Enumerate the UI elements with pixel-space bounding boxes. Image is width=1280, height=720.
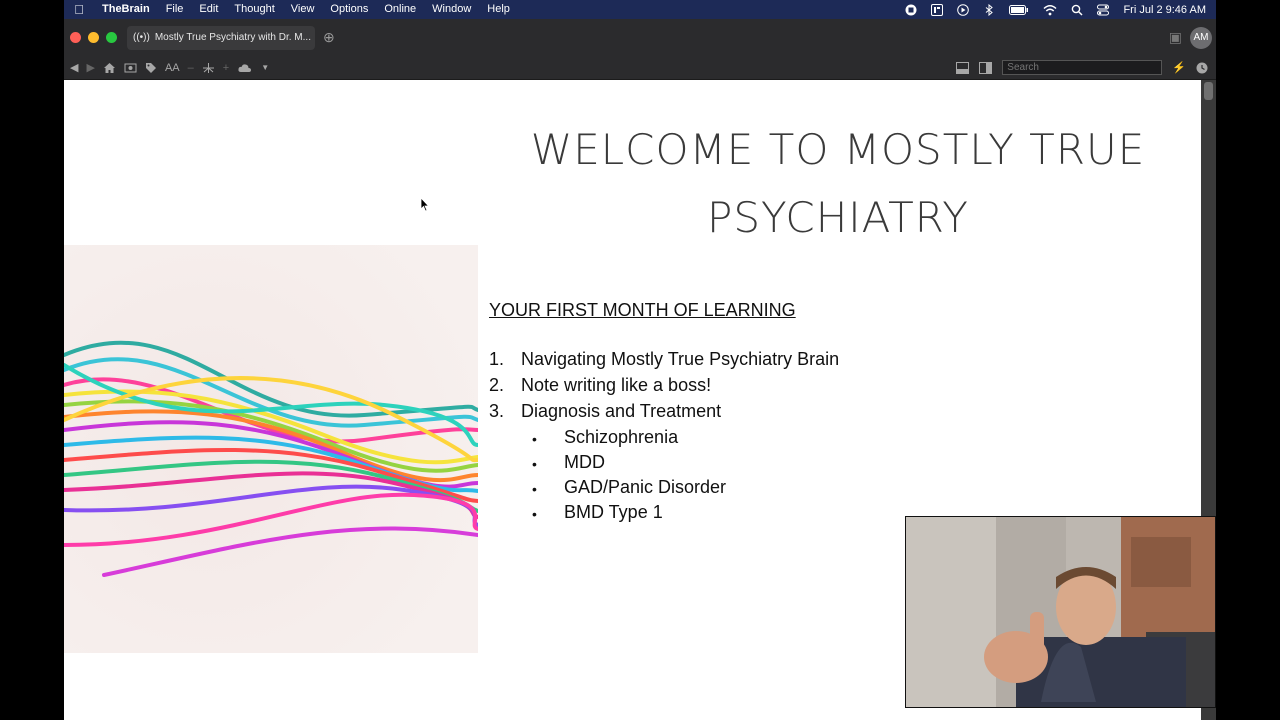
control-center-icon[interactable] [1097, 4, 1110, 16]
close-window-button[interactable] [70, 32, 81, 43]
cloud-sync-icon[interactable] [237, 62, 253, 74]
forward-icon[interactable]: ▶ [86, 61, 94, 74]
record-icon[interactable] [905, 4, 917, 16]
title-bar: ((•)) Mostly True Psychiatry with Dr. M.… [64, 19, 1216, 56]
broadcast-icon: ((•)) [133, 32, 150, 43]
battery-icon[interactable] [1009, 4, 1029, 16]
tab-brain[interactable]: ((•)) Mostly True Psychiatry with Dr. M.… [127, 25, 315, 50]
presenter-video [906, 517, 1215, 707]
list-text: Navigating Mostly True Psychiatry Brain [521, 349, 840, 369]
bluetooth-icon[interactable] [983, 3, 995, 16]
list-number: 2. [489, 375, 505, 395]
menu-view[interactable]: View [283, 0, 323, 19]
bullet-icon: • [532, 431, 537, 447]
sub-list-text: MDD [564, 452, 605, 472]
menu-options[interactable]: Options [322, 0, 376, 19]
add-tab-icon[interactable]: ⊕ [323, 29, 335, 46]
menu-help[interactable]: Help [479, 0, 518, 19]
font-size-icon[interactable]: AA [165, 62, 180, 74]
sub-list-item: • MDD [489, 452, 839, 477]
wifi-icon[interactable] [1043, 4, 1057, 16]
panel-right-icon[interactable] [979, 61, 993, 74]
menu-app-name[interactable]: TheBrain [94, 0, 158, 19]
back-icon[interactable]: ◀ [70, 61, 78, 74]
list-item: 2. Note writing like a boss! [489, 375, 839, 401]
toolbar: ◀ ▶ AA – + ▼ ⚡ [64, 56, 1216, 80]
menu-file[interactable]: File [158, 0, 192, 19]
lightning-icon[interactable]: ⚡ [1172, 61, 1186, 74]
menu-thought[interactable]: Thought [226, 0, 282, 19]
menubar-clock[interactable]: Fri Jul 2 9:46 AM [1123, 4, 1206, 16]
cable-strands-illustration [64, 245, 478, 653]
home-icon[interactable] [103, 62, 116, 74]
bullet-icon: • [532, 506, 537, 522]
scrollbar-thumb[interactable] [1204, 82, 1213, 100]
tab-title: Mostly True Psychiatry with Dr. M... [154, 32, 311, 43]
history-clock-icon[interactable] [1196, 62, 1208, 74]
list-item: 1. Navigating Mostly True Psychiatry Bra… [489, 349, 839, 375]
list-number: 3. [489, 401, 505, 421]
slide-title-line-2: PSYCHIATRY [707, 193, 969, 242]
avatar[interactable]: AM [1190, 26, 1212, 49]
learning-list: 1. Navigating Mostly True Psychiatry Bra… [489, 349, 839, 527]
zoom-window-button[interactable] [106, 32, 117, 43]
minus-icon[interactable]: – [188, 62, 194, 74]
window-controls [64, 32, 117, 43]
menu-edit[interactable]: Edit [191, 0, 226, 19]
bullet-icon: • [532, 456, 537, 472]
mouse-cursor-icon [420, 197, 430, 212]
sub-list-text: BMD Type 1 [564, 502, 663, 522]
spotlight-search-icon[interactable] [1071, 4, 1083, 16]
sub-list-item: • Schizophrenia [489, 427, 839, 452]
cube-icon[interactable]: ▣ [1169, 29, 1182, 46]
menu-bar:  TheBrain File Edit Thought View Option… [64, 0, 1216, 19]
sub-list-item: • GAD/Panic Disorder [489, 477, 839, 502]
tag-icon[interactable] [145, 62, 157, 74]
cloud-dropdown-icon[interactable]: ▼ [261, 63, 269, 72]
sub-list-item: • BMD Type 1 [489, 502, 839, 527]
map-icon[interactable] [124, 62, 137, 74]
minimize-window-button[interactable] [88, 32, 99, 43]
slide-title-line-1: WELCOME TO MOSTLY TRUE [530, 125, 1146, 174]
slide-title: WELCOME TO MOSTLY TRUE PSYCHIATRY [484, 116, 1192, 252]
menu-window[interactable]: Window [424, 0, 479, 19]
apple-menu-icon[interactable]:  [64, 2, 94, 17]
panel-bottom-icon[interactable] [956, 61, 970, 74]
sub-list-text: Schizophrenia [564, 427, 679, 447]
plus-icon[interactable]: + [223, 62, 229, 74]
search-input[interactable] [1002, 60, 1163, 75]
bullet-icon: • [532, 481, 537, 497]
colorful-cables-image [64, 245, 478, 653]
sub-list-text: GAD/Panic Disorder [564, 477, 727, 497]
list-item: 3. Diagnosis and Treatment [489, 401, 839, 427]
play-icon[interactable] [957, 3, 970, 16]
list-number: 1. [489, 349, 505, 369]
menu-online[interactable]: Online [376, 0, 424, 19]
webcam-overlay [905, 516, 1216, 708]
status-area: Fri Jul 2 9:46 AM [905, 3, 1216, 16]
layout-icon[interactable] [202, 62, 215, 74]
slide-subheading: YOUR FIRST MONTH OF LEARNING [489, 300, 796, 320]
list-text: Diagnosis and Treatment [521, 401, 722, 421]
list-text: Note writing like a boss! [521, 375, 712, 395]
keyboard-icon[interactable] [931, 3, 944, 16]
